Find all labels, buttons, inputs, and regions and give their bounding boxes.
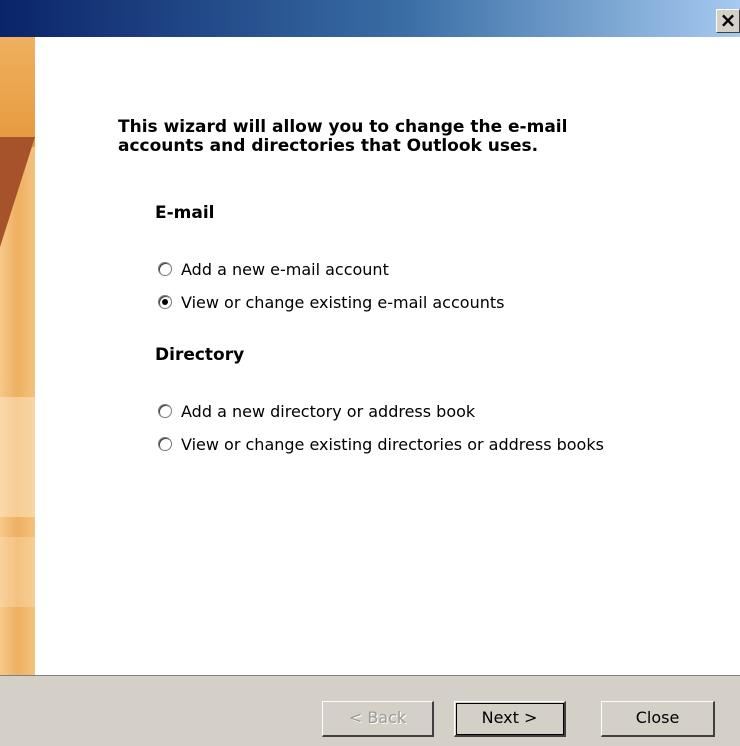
banner-accent: [0, 137, 35, 247]
banner-cap: [0, 37, 35, 147]
directory-section-title: Directory: [155, 345, 245, 365]
radio-button[interactable]: [158, 404, 172, 418]
intro-line-2: accounts and directories that Outlook us…: [118, 136, 539, 156]
wizard-button-bar: < Back Next > Close: [0, 675, 740, 746]
radio-add-email-account[interactable]: Add a new e-mail account: [158, 259, 389, 279]
radio-label: Add a new e-mail account: [181, 259, 389, 279]
email-section-title: E-mail: [155, 203, 215, 223]
radio-button[interactable]: [158, 262, 172, 276]
radio-view-email-accounts[interactable]: View or change existing e-mail accounts: [158, 292, 504, 312]
radio-button-selected[interactable]: [158, 295, 172, 309]
title-bar: ×: [0, 0, 740, 37]
radio-add-directory[interactable]: Add a new directory or address book: [158, 401, 475, 421]
back-button[interactable]: < Back: [322, 701, 434, 737]
next-button[interactable]: Next >: [454, 701, 566, 737]
banner-highlight: [0, 397, 35, 517]
radio-label: View or change existing e-mail accounts: [181, 292, 505, 312]
radio-label: Add a new directory or address book: [181, 401, 476, 421]
wizard-intro-text: This wizard will allow you to change the…: [118, 118, 638, 156]
radio-view-directories[interactable]: View or change existing directories or a…: [158, 434, 604, 454]
wizard-side-banner: [0, 37, 35, 675]
banner-highlight: [0, 537, 35, 607]
radio-button[interactable]: [158, 437, 172, 451]
close-button[interactable]: Close: [601, 701, 715, 737]
radio-label: View or change existing directories or a…: [181, 434, 604, 454]
close-window-button[interactable]: ×: [716, 9, 740, 33]
intro-line-1: This wizard will allow you to change the…: [118, 117, 568, 137]
